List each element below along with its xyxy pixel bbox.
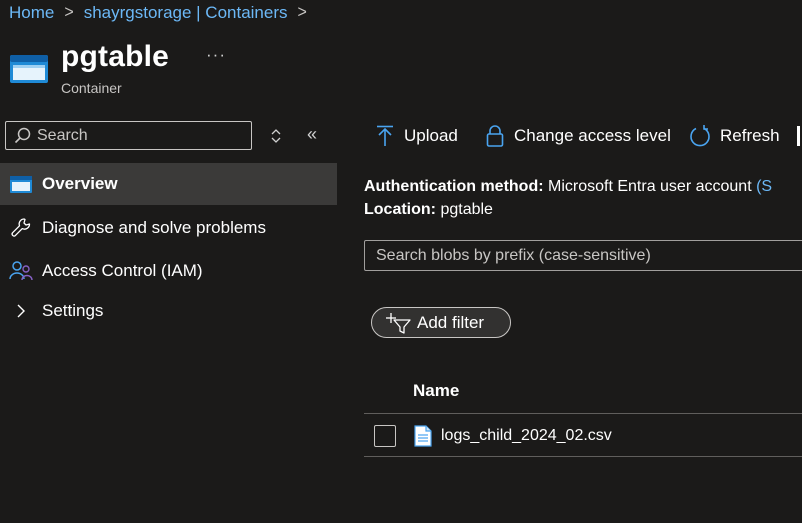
upload-button[interactable]: Upload	[375, 120, 458, 152]
refresh-icon	[689, 124, 711, 148]
sidebar-item-label: Overview	[42, 174, 118, 193]
sidebar-item-diagnose[interactable]: Diagnose and solve problems	[0, 207, 337, 249]
sidebar-item-settings[interactable]: Settings	[0, 290, 337, 332]
chevron-right-icon: >	[297, 3, 307, 22]
page-subtitle: Container	[61, 80, 122, 96]
chevron-right-icon	[9, 299, 33, 323]
sidebar-item-label: Diagnose and solve problems	[42, 218, 266, 237]
table-header-divider	[364, 413, 802, 414]
sidebar-item-label: Access Control (IAM)	[42, 261, 203, 280]
breadcrumb-storage-containers[interactable]: shayrgstorage | Containers	[84, 3, 288, 23]
sidebar-item-iam[interactable]: Access Control (IAM)	[0, 250, 337, 292]
sort-icon[interactable]	[268, 127, 284, 145]
authentication-method: Authentication method: Microsoft Entra u…	[364, 178, 773, 195]
collapse-sidebar-icon[interactable]: «	[307, 124, 317, 145]
sidebar-search-input[interactable]	[33, 126, 237, 145]
container-icon	[9, 172, 33, 196]
add-filter-button[interactable]: Add filter	[371, 307, 511, 338]
upload-icon	[375, 124, 395, 148]
location: Location: pgtable	[364, 201, 493, 218]
sidebar-item-label: Settings	[42, 301, 104, 320]
refresh-label: Refresh	[720, 126, 780, 145]
row-checkbox[interactable]	[374, 425, 396, 447]
blob-search-box[interactable]	[364, 240, 802, 271]
change-access-level-button[interactable]: Change access level	[485, 120, 671, 152]
blob-name-link[interactable]: logs_child_2024_02.csv	[441, 427, 612, 445]
add-filter-label: Add filter	[417, 312, 485, 332]
breadcrumb: Home > shayrgstorage | Containers >	[9, 3, 317, 23]
sidebar-item-overview[interactable]: Overview	[0, 163, 337, 205]
column-header-name[interactable]: Name	[413, 381, 459, 401]
table-row-divider	[364, 456, 802, 457]
sidebar-search-box[interactable]	[5, 121, 252, 150]
blob-search-input[interactable]	[365, 246, 796, 265]
container-icon	[10, 55, 48, 83]
change-access-label: Change access level	[514, 126, 671, 145]
search-icon	[14, 127, 31, 143]
chevron-right-icon: >	[64, 3, 74, 22]
lock-icon	[485, 124, 505, 148]
more-options-button[interactable]: ···	[206, 45, 226, 65]
switch-auth-link[interactable]: (S	[756, 178, 772, 195]
breadcrumb-home[interactable]: Home	[9, 3, 54, 23]
upload-label: Upload	[404, 126, 458, 145]
people-icon	[9, 259, 33, 283]
file-icon	[414, 425, 432, 447]
add-filter-icon	[386, 312, 412, 334]
refresh-button[interactable]: Refresh	[689, 120, 780, 152]
page-title: pgtable	[61, 40, 170, 73]
toolbar-overflow-edge	[797, 126, 800, 146]
wrench-icon	[9, 216, 33, 240]
